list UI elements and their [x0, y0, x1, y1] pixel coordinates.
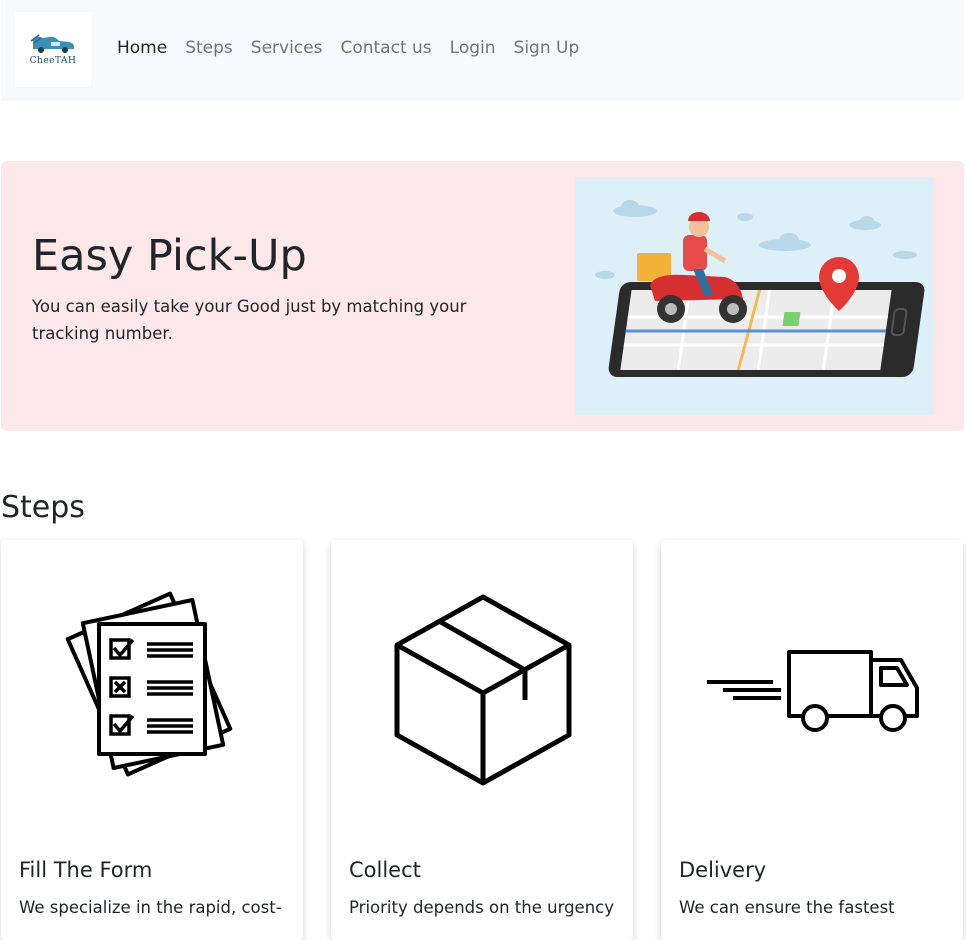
nav-home[interactable]: Home — [117, 38, 167, 58]
nav-login[interactable]: Login — [450, 38, 496, 58]
checklist-icon — [1, 540, 303, 840]
card-title: Fill The Form — [19, 858, 153, 882]
nav-contact[interactable]: Contact us — [340, 38, 431, 58]
steps-heading: Steps — [1, 490, 85, 525]
nav-signup[interactable]: Sign Up — [514, 38, 580, 58]
hero-banner: Easy Pick-Up You can easily take your Go… — [1, 161, 964, 431]
nav-steps[interactable]: Steps — [185, 38, 233, 58]
truck-icon — [661, 540, 963, 840]
card-text: Priority depends on the urgency — [349, 898, 614, 917]
card-text: We specialize in the rapid, cost- — [19, 898, 282, 917]
nav-services[interactable]: Services — [251, 38, 323, 58]
step-card-collect: Collect Priority depends on the urgency — [331, 540, 633, 940]
car-logo-icon — [30, 34, 74, 53]
box-icon — [331, 540, 633, 840]
card-title: Collect — [349, 858, 421, 882]
card-text: We can ensure the fastest — [679, 898, 895, 917]
step-card-delivery: Delivery We can ensure the fastest — [661, 540, 963, 940]
navbar: CheeTAH Home Steps Services Contact us L… — [1, 0, 964, 101]
hero-title: Easy Pick-Up — [32, 231, 307, 281]
nav-links: Home Steps Services Contact us Login Sig… — [117, 38, 597, 58]
card-title: Delivery — [679, 858, 767, 882]
delivery-scooter-illustration — [575, 177, 934, 415]
brand-logo[interactable]: CheeTAH — [15, 12, 91, 87]
step-card-fill-form: Fill The Form We specialize in the rapid… — [1, 540, 303, 940]
hero-text: You can easily take your Good just by ma… — [32, 297, 467, 343]
brand-name: CheeTAH — [29, 56, 77, 66]
